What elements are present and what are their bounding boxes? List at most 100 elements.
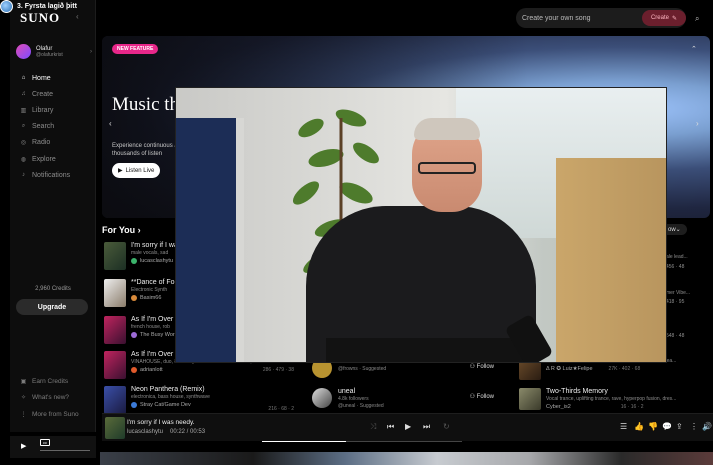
meeting-progress[interactable]	[40, 450, 90, 451]
sidebar-item-radio[interactable]: ◎ Radio	[16, 135, 92, 151]
song-genre: electronica, bass house, synthwave	[131, 394, 210, 400]
play-icon: ▶	[118, 168, 123, 174]
avatar	[131, 295, 137, 301]
sidebar-item-search[interactable]: ⌕ Search	[16, 119, 92, 135]
song-title[interactable]: Neon Panthera (Remix)	[131, 386, 210, 393]
song-title[interactable]: As If I'm Over Y	[131, 316, 180, 323]
user-handle: @olafurkrist	[36, 51, 63, 58]
create-song-placeholder: Create your own song	[522, 14, 591, 22]
for-you-title[interactable]: For You ›	[102, 225, 141, 235]
song-title[interactable]: **Dance of For	[131, 279, 177, 286]
listen-live-button[interactable]: ▶ Listen Live	[112, 163, 161, 178]
meeting-play-icon[interactable]: ▶	[21, 442, 26, 450]
meeting-title: 3. Fyrsta lagið þitt	[17, 2, 77, 10]
right-col-stats: 456 · 48	[666, 264, 685, 270]
song-thumbnail[interactable]	[104, 242, 126, 270]
song-thumbnail[interactable]	[104, 279, 126, 307]
queue-icon[interactable]: ☰	[620, 422, 627, 431]
glasses	[418, 162, 476, 174]
artist-suggested: @uneal · Suggested	[338, 403, 384, 409]
song-artist[interactable]: adrianlott	[140, 367, 163, 373]
song-stats: 27K · 402 · 68	[608, 366, 641, 372]
artist-name[interactable]: uneal	[338, 388, 384, 395]
sidebar-item-home[interactable]: ⌂ Home	[16, 70, 92, 86]
chevron-up-icon[interactable]: ⌃	[691, 45, 697, 53]
avatar	[131, 332, 137, 338]
play-button[interactable]: ▶	[405, 422, 411, 431]
song-genre: Electronic Synth	[131, 287, 168, 293]
song-artist[interactable]: The Busy Wor	[140, 332, 175, 338]
song-genre: male vocals, sad	[131, 250, 169, 256]
chevron-right-icon[interactable]: ›	[696, 119, 699, 128]
shuffle-icon[interactable]: ⤨	[370, 422, 376, 432]
user-profile[interactable]: Olafur @olafurkrist ›	[16, 44, 92, 59]
progress-fill	[262, 441, 346, 442]
laptop	[326, 338, 536, 362]
artist-followers: 4.8k followers	[338, 396, 369, 402]
add-user-icon: ⚇	[469, 394, 475, 400]
repeat-icon[interactable]: ↻	[443, 422, 450, 431]
sidebar-item-notifications[interactable]: ♪ Notifications	[16, 167, 92, 183]
create-button[interactable]: Create ✎	[642, 10, 686, 26]
volume-icon[interactable]: 🔊	[702, 422, 712, 431]
next-icon[interactable]: ⏭	[423, 422, 430, 432]
song-artist[interactable]: Δ R ✪ Luiz★Felipe	[546, 366, 593, 372]
previous-icon[interactable]: ⏮	[387, 422, 394, 432]
song-artist[interactable]: lucasclashytu	[140, 258, 173, 264]
comment-icon[interactable]: 💬	[662, 422, 672, 431]
main-nav: ⌂ Home ♫ Create ▥ Library ⌕ Search ◎ Radio ◍ E…	[16, 70, 92, 183]
list-item[interactable]: Neon Panthera (Remix) electronica, bass …	[104, 386, 294, 416]
chevron-left-icon[interactable]: ‹	[109, 119, 112, 128]
more-icon[interactable]: ⋮	[690, 422, 698, 431]
player-artist[interactable]: lucasclashytu	[127, 429, 163, 435]
song-stats: 216 · 68 · 2	[268, 406, 294, 412]
search-icon[interactable]: ⌕	[695, 14, 699, 24]
song-genre: Vocal trance, uplifting trance, rave, hy…	[546, 396, 677, 402]
filmstrip	[100, 452, 713, 465]
collapse-sidebar-icon[interactable]: ‹	[76, 12, 79, 21]
song-thumbnail[interactable]	[104, 386, 126, 414]
follow-button[interactable]: ⚇ Follow	[470, 393, 494, 400]
like-icon[interactable]: 👍	[634, 422, 644, 431]
video-overlay[interactable]	[175, 87, 667, 363]
player-bar[interactable]: I'm sorry if I was needy. lucasclashytu …	[102, 413, 713, 442]
song-stats: 16 · 16 · 2	[620, 404, 644, 410]
follow-button[interactable]: ⚇ Follow	[470, 363, 494, 370]
sidebar-item-whats-new[interactable]: ✧ What's new?	[16, 390, 92, 407]
dislike-icon[interactable]: 👎	[648, 422, 658, 431]
song-thumbnail[interactable]	[104, 351, 126, 379]
credits-count: 2,960 Credits	[35, 286, 71, 292]
upgrade-button[interactable]: Upgrade	[16, 299, 88, 315]
new-feature-badge: NEW FEATURE	[112, 44, 159, 54]
sidebar: SUNO ‹ Olafur @olafurkrist › ⌂ Home ♫ Crea…	[10, 0, 96, 432]
avatar	[131, 402, 137, 408]
song-title[interactable]: I'm sorry if I wa	[131, 242, 178, 249]
song-thumbnail[interactable]	[519, 388, 541, 410]
song-artist[interactable]: Basim66	[140, 295, 161, 301]
player-thumbnail[interactable]	[105, 417, 125, 439]
player-title[interactable]: I'm sorry if I was needy.	[127, 419, 195, 426]
right-col-genre: ale lead...	[666, 254, 688, 260]
captions-icon[interactable]: cc	[40, 439, 50, 446]
sidebar-item-earn-credits[interactable]: ▣ Earn Credits	[16, 373, 92, 390]
sidebar-item-explore[interactable]: ◍ Explore	[16, 151, 92, 167]
song-artist[interactable]: Stray Cat/Game Dev	[140, 402, 191, 408]
right-col-genre: mer Vibe...	[666, 290, 691, 296]
sidebar-item-more-from-suno[interactable]: ⋮ More from Suno	[16, 406, 92, 423]
chevron-icon: ›	[90, 48, 92, 55]
radio-icon: ◎	[20, 140, 27, 147]
song-thumbnail[interactable]	[104, 316, 126, 344]
song-title[interactable]: Two-Thirds Memory	[546, 388, 676, 395]
suno-logo[interactable]: SUNO	[20, 10, 60, 26]
sidebar-item-create[interactable]: ♫ Create	[16, 86, 92, 102]
song-stats: 286 · 479 · 38	[262, 367, 294, 373]
progress-bar[interactable]	[262, 441, 462, 442]
avatar	[131, 258, 137, 264]
gift-icon: ▣	[20, 378, 27, 385]
artist-avatar[interactable]	[312, 388, 332, 408]
share-icon[interactable]: ⇪	[676, 422, 683, 431]
secondary-nav: ▣ Earn Credits ✧ What's new? ⋮ More from Su…	[16, 373, 92, 423]
sidebar-item-library[interactable]: ▥ Library	[16, 102, 92, 118]
meeting-controls: ▶ cc	[10, 436, 96, 458]
song-artist[interactable]: Cyber_is2	[546, 404, 571, 410]
